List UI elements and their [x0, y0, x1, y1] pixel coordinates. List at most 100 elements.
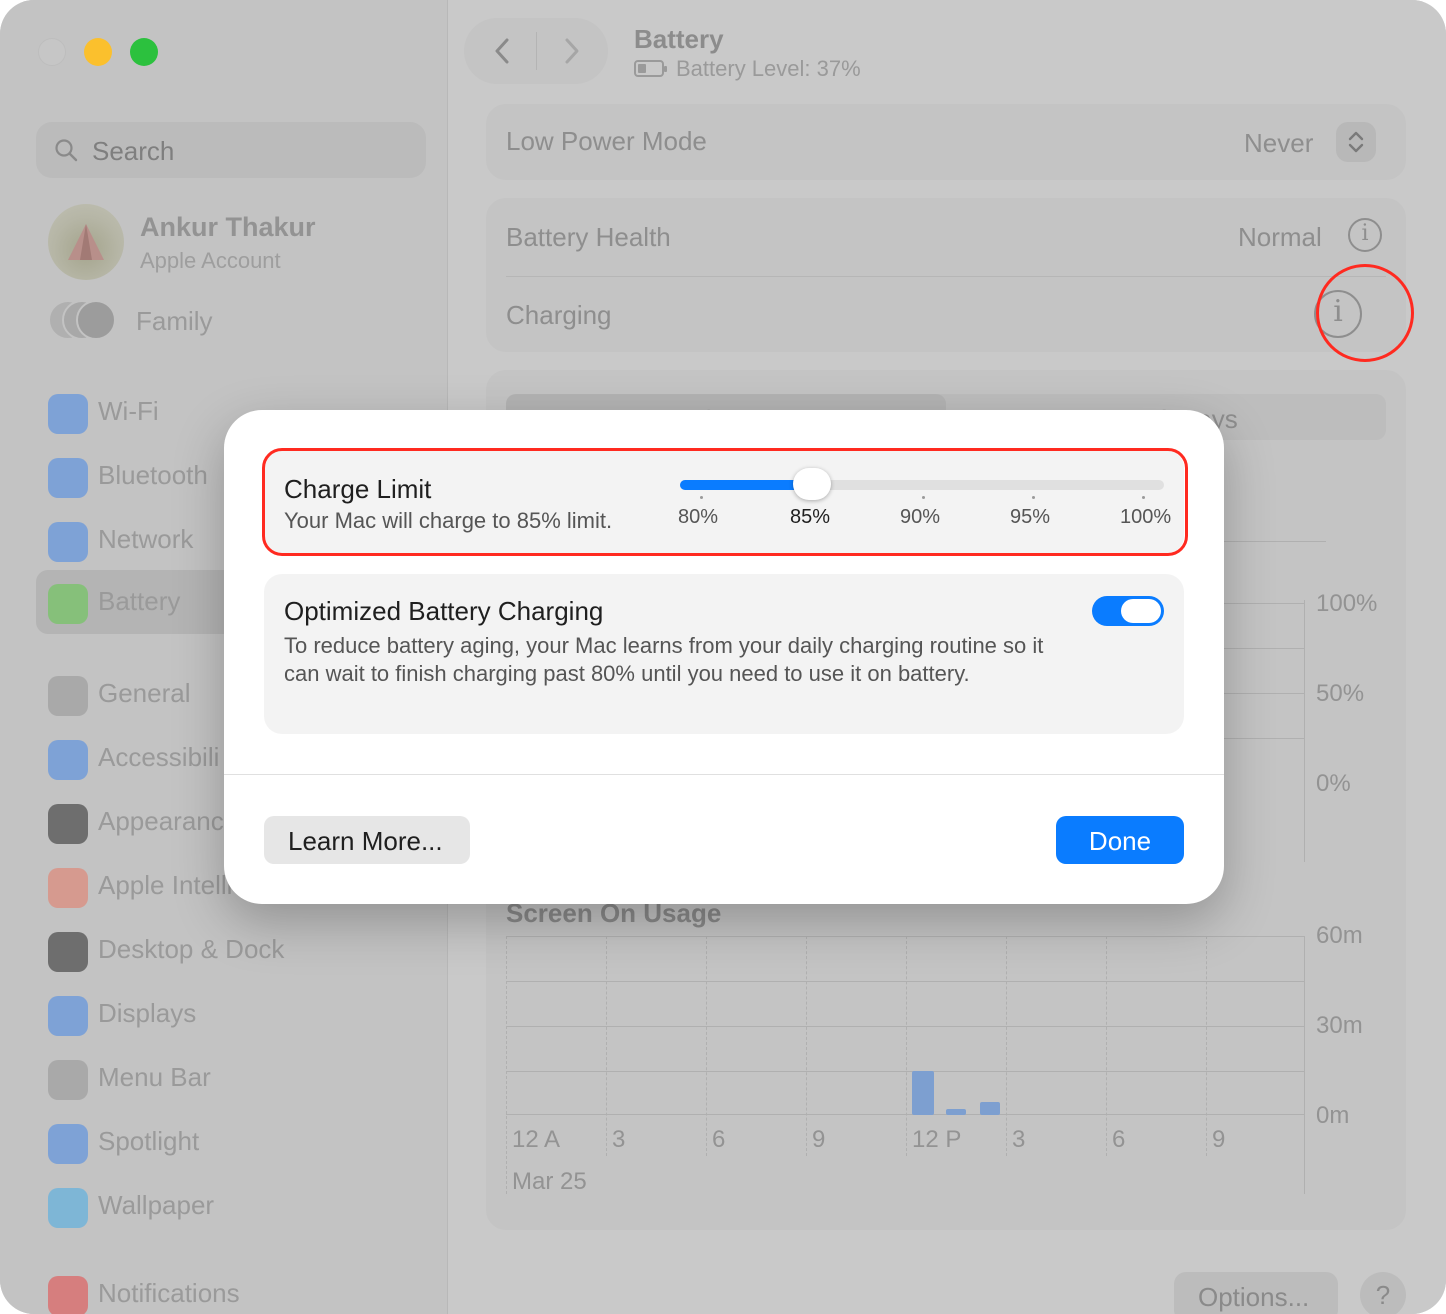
notifications-icon	[48, 1276, 88, 1314]
health-charging-card: Battery Health Normal i Charging i	[486, 198, 1406, 352]
screen-axis-0m: 0m	[1316, 1102, 1350, 1129]
close-window-button[interactable]	[38, 38, 66, 66]
low-power-stepper[interactable]	[1336, 122, 1376, 162]
sidebar-item-label: Spotlight	[98, 1126, 200, 1156]
sidebar-item-label: Apple Intelli	[98, 870, 233, 900]
navigation-buttons	[464, 18, 608, 84]
tent-icon	[68, 224, 104, 260]
battery-axis-50: 50%	[1316, 680, 1365, 707]
learn-more-button[interactable]: Learn More...	[264, 816, 470, 864]
sidebar-item-label: Appearanc	[98, 806, 224, 836]
appearance-icon	[48, 804, 88, 844]
account-subtitle: Apple Account	[140, 248, 281, 273]
x-axis-label: 3	[612, 1126, 626, 1153]
chart-date-label: Mar 25	[512, 1168, 587, 1195]
sidebar-item-label: Wallpaper	[98, 1190, 215, 1220]
slider-tick-label: 85%	[790, 506, 831, 528]
optimized-charging-description: To reduce battery aging, your Mac learns…	[284, 633, 1044, 686]
sidebar-item-label: Wi-Fi	[98, 396, 159, 426]
globe-icon	[48, 522, 88, 562]
x-axis-label: 12 A	[512, 1126, 561, 1153]
optimized-charging-title: Optimized Battery Charging	[284, 596, 604, 626]
sidebar-item-label: Network	[98, 524, 194, 554]
maximize-window-button[interactable]	[130, 38, 158, 66]
apple-account-row[interactable]: Ankur Thakur Apple Account	[48, 204, 428, 284]
sidebar-item-label: Accessibili	[98, 742, 220, 772]
charge-limit-description: Your Mac will charge to 85% limit.	[284, 508, 613, 533]
charge-limit-slider-knob[interactable]	[793, 468, 831, 500]
search-icon	[55, 139, 78, 162]
optimized-charging-toggle[interactable]	[1092, 596, 1164, 626]
slider-tick-label: 95%	[1010, 506, 1051, 528]
charging-dialog: Charge Limit Your Mac will charge to 85%…	[224, 410, 1224, 904]
sidebar-item-spotlight[interactable]: Spotlight	[36, 1110, 456, 1170]
minimize-window-button[interactable]	[84, 38, 112, 66]
charge-limit-title: Charge Limit	[284, 474, 432, 504]
sidebar-item-label: Bluetooth	[98, 460, 208, 490]
x-axis-label: 6	[1112, 1126, 1126, 1153]
search-placeholder: Search	[92, 136, 175, 166]
apple-intelligence-icon	[48, 868, 88, 908]
search-field[interactable]: Search	[36, 122, 426, 178]
options-button[interactable]: Options...	[1174, 1272, 1338, 1314]
x-axis-label: 6	[712, 1126, 726, 1153]
dialog-divider	[224, 774, 1224, 775]
account-name: Ankur Thakur	[140, 212, 316, 242]
battery-axis-0: 0%	[1316, 770, 1351, 797]
sidebar-item-displays[interactable]: Displays	[36, 982, 456, 1042]
wallpaper-icon	[48, 1188, 88, 1228]
sidebar-item-label: Battery	[98, 586, 181, 616]
done-label: Done	[1088, 826, 1152, 856]
battery-icon	[48, 584, 88, 624]
sidebar-item-label: Desktop & Dock	[98, 934, 285, 964]
back-chevron-icon[interactable]	[488, 36, 518, 66]
help-button[interactable]: ?	[1360, 1272, 1406, 1314]
gear-icon	[48, 676, 88, 716]
avatar	[48, 204, 124, 280]
done-button[interactable]: Done	[1056, 816, 1184, 864]
screen-axis-60m: 60m	[1316, 922, 1363, 949]
up-down-chevron-icon	[1348, 131, 1364, 153]
sidebar-item-wallpaper[interactable]: Wallpaper	[36, 1174, 456, 1234]
slider-tick-label: 90%	[900, 506, 941, 528]
sidebar-item-label: Notifications	[98, 1278, 240, 1308]
accessibility-icon	[48, 740, 88, 780]
x-axis-label: 9	[1212, 1126, 1226, 1153]
options-label: Options...	[1198, 1282, 1310, 1312]
bluetooth-icon	[48, 458, 88, 498]
sidebar-item-notifications[interactable]: Notifications	[36, 1262, 456, 1314]
slider-tick-mark	[700, 496, 703, 499]
battery-axis-100: 100%	[1316, 590, 1378, 617]
x-axis-label: 12 P	[912, 1126, 962, 1153]
page-title: Battery	[634, 24, 724, 54]
slider-tick-mark	[922, 496, 925, 499]
sidebar-item-desktop-dock[interactable]: Desktop & Dock	[36, 918, 456, 978]
sun-icon	[48, 996, 88, 1036]
slider-tick-mark	[1142, 496, 1145, 499]
settings-window: Search Ankur Thakur Apple Account Family…	[0, 0, 1446, 1314]
battery-health-info-icon[interactable]: i	[1348, 218, 1382, 252]
low-power-value[interactable]: Never	[1244, 128, 1313, 159]
family-row[interactable]: Family	[48, 296, 428, 346]
charging-label: Charging	[506, 300, 612, 330]
screen-axis-30m: 30m	[1316, 1012, 1363, 1039]
slider-tick-mark	[1032, 496, 1035, 499]
battery-level-text: Battery Level: 37%	[676, 56, 861, 81]
battery-health-label: Battery Health	[506, 222, 671, 252]
usage-bar	[980, 1102, 1000, 1115]
battery-level-icon	[634, 60, 667, 77]
spotlight-icon	[48, 1124, 88, 1164]
slider-tick-label: 100%	[1120, 506, 1172, 528]
x-axis-label: 3	[1012, 1126, 1026, 1153]
family-label: Family	[136, 306, 213, 336]
wifi-icon	[48, 394, 88, 434]
forward-chevron-icon[interactable]	[556, 36, 586, 66]
usage-bar	[946, 1109, 966, 1115]
sidebar-item-menu-bar[interactable]: Menu Bar	[36, 1046, 456, 1106]
sidebar-item-label: General	[98, 678, 191, 708]
sidebar-item-label: Displays	[98, 998, 197, 1028]
family-avatar	[76, 300, 116, 340]
low-power-label: Low Power Mode	[506, 126, 707, 156]
slider-tick-label: 80%	[678, 506, 719, 528]
learn-more-label: Learn More...	[288, 826, 443, 856]
